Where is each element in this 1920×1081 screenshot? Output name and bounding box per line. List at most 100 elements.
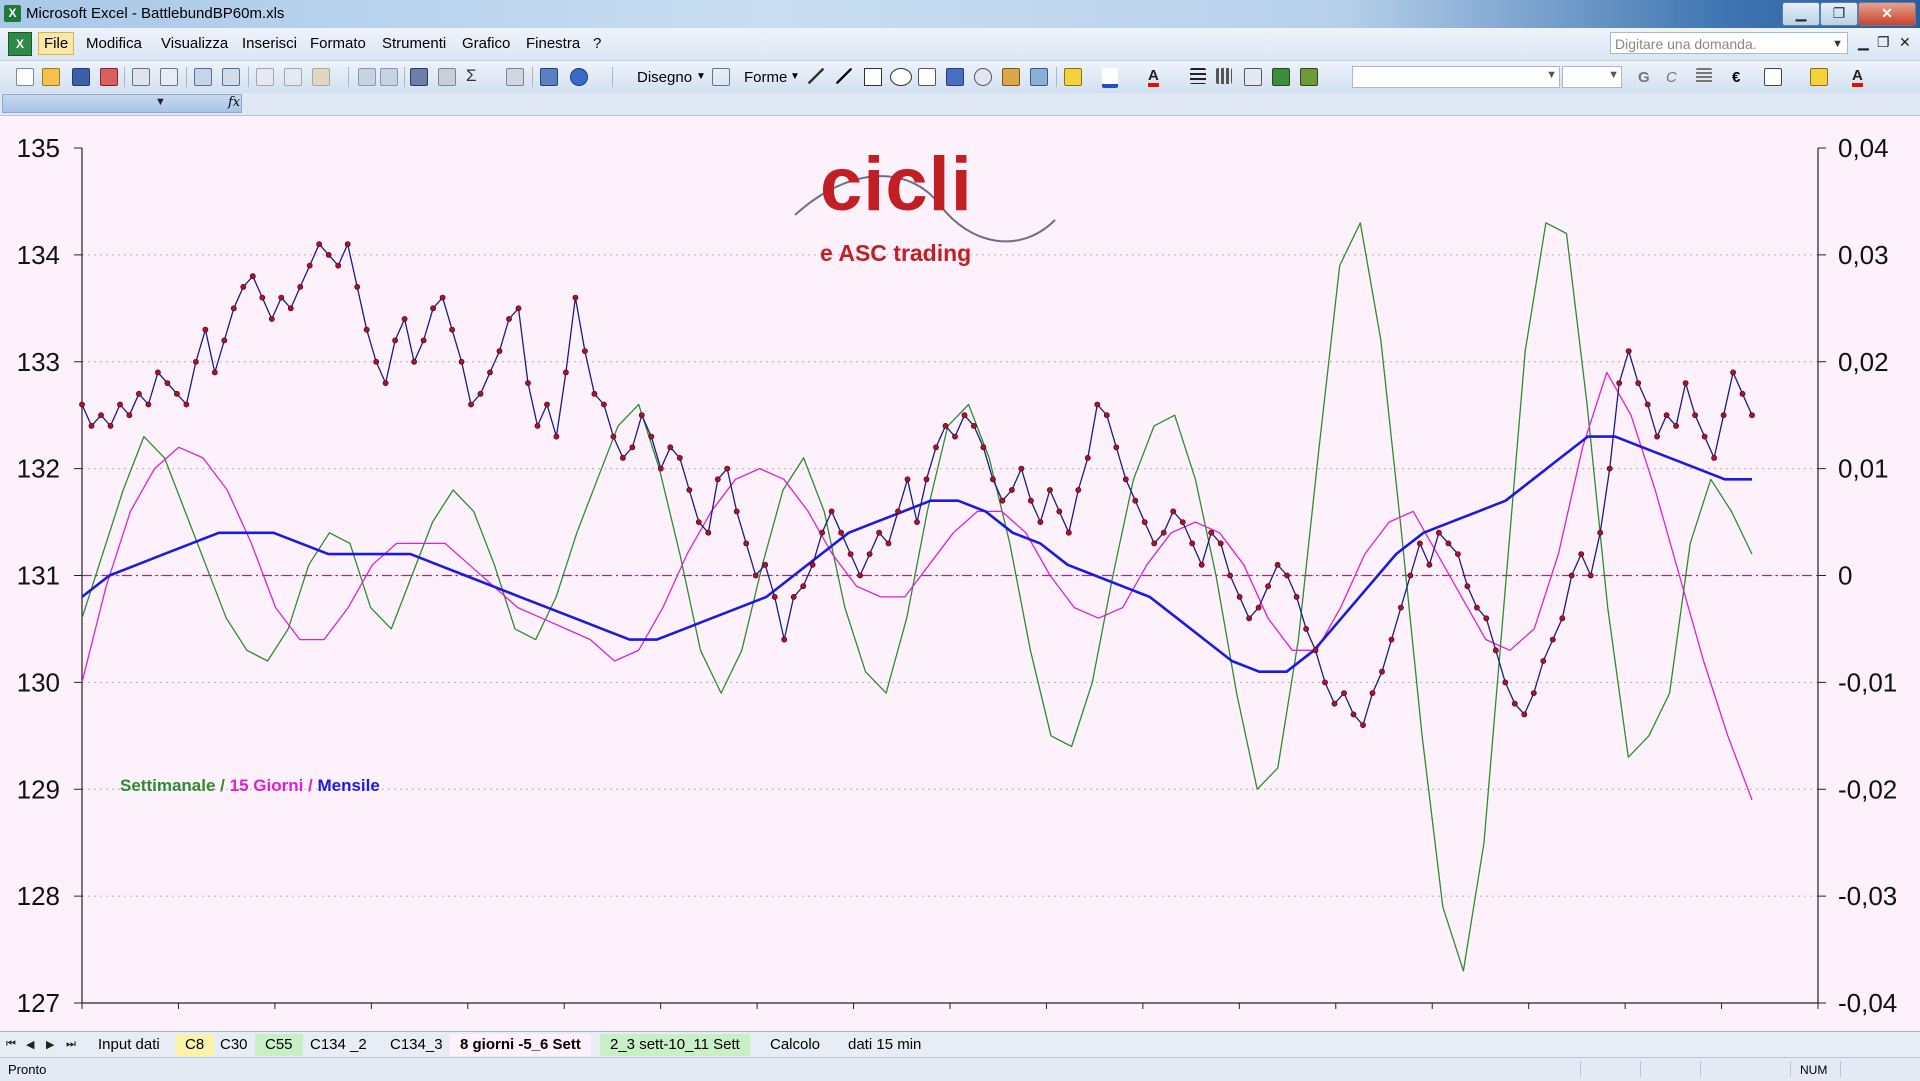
sheet-tab[interactable]: C134_3: [380, 1034, 453, 1056]
close-icon[interactable]: ✕: [1858, 2, 1916, 26]
chevron-down-icon[interactable]: ▼: [1832, 33, 1843, 55]
sheet-tab[interactable]: C55: [255, 1034, 303, 1056]
bold-icon[interactable]: G: [1638, 69, 1650, 86]
paste-icon[interactable]: [312, 68, 330, 86]
name-box[interactable]: ▼ fx: [2, 94, 242, 113]
font-name-select[interactable]: ▼: [1352, 66, 1560, 88]
logo-main: cicli: [820, 142, 973, 227]
sheet-tab[interactable]: Calcolo: [760, 1034, 830, 1056]
chart-area[interactable]: 135 134 133 132 131 130 129 128 127 0,04 0,03 0,02 0…: [0, 116, 1920, 1030]
redo-icon[interactable]: [380, 68, 398, 86]
menu-strumenti[interactable]: Strumenti: [382, 35, 446, 52]
shapes-menu[interactable]: Forme: [744, 69, 787, 86]
price-marker: [373, 358, 380, 365]
sort-icon[interactable]: [506, 68, 524, 86]
oval-icon[interactable]: [890, 68, 912, 86]
print-icon[interactable]: [132, 68, 150, 86]
cicli-logo: cicli e ASC trading: [790, 145, 1060, 275]
borders-icon[interactable]: [1764, 68, 1782, 86]
fx-icon[interactable]: fx: [228, 95, 240, 110]
cell-fill-icon[interactable]: [1810, 68, 1828, 86]
chevron-down-icon[interactable]: ▼: [1546, 69, 1557, 81]
price-marker: [629, 444, 636, 451]
sheet-tab[interactable]: Input dati: [88, 1034, 170, 1056]
line-style-icon[interactable]: [1190, 68, 1206, 84]
save-icon[interactable]: [72, 68, 90, 86]
price-marker: [1065, 529, 1072, 536]
ask-question-input[interactable]: Digitare una domanda. ▼: [1610, 32, 1848, 54]
cell-font-color-icon[interactable]: A: [1852, 68, 1863, 87]
cut-icon[interactable]: [256, 68, 274, 86]
rectangle-icon[interactable]: [864, 68, 882, 86]
dash-style-icon[interactable]: [1216, 68, 1232, 84]
fill-color-icon[interactable]: [1064, 68, 1082, 86]
menu-inserisci[interactable]: Inserisci: [242, 35, 297, 52]
3d-icon[interactable]: [1300, 68, 1318, 86]
sheet-tab[interactable]: C30: [210, 1034, 258, 1056]
menu-modifica[interactable]: Modifica: [86, 35, 142, 52]
menu-formato[interactable]: Formato: [310, 35, 366, 52]
select-objects-icon[interactable]: [712, 68, 730, 86]
toolbar: Σ Disegno ▼ Forme ▼ A ▼ ▼ G C € A: [0, 61, 1920, 94]
workbook-minimize-icon[interactable]: ▁: [1858, 34, 1869, 51]
price-marker: [1160, 529, 1167, 536]
arrow-style-icon[interactable]: [1244, 68, 1262, 86]
minimize-icon[interactable]: ▁: [1782, 2, 1820, 26]
align-center-icon[interactable]: [1696, 68, 1712, 84]
spelling-icon[interactable]: [194, 68, 212, 86]
menu-help[interactable]: ?: [593, 35, 601, 52]
clipart-icon[interactable]: [1002, 68, 1020, 86]
textbox-icon[interactable]: [918, 68, 936, 86]
euro-icon[interactable]: €: [1732, 69, 1740, 86]
wordart-icon[interactable]: [946, 68, 964, 86]
picture-icon[interactable]: [1030, 68, 1048, 86]
line-color-icon[interactable]: [1102, 68, 1118, 88]
menu-grafico[interactable]: Grafico: [462, 35, 510, 52]
draw-menu[interactable]: Disegno: [637, 69, 692, 86]
hyperlink-icon[interactable]: [410, 68, 428, 86]
workbook-icon[interactable]: X: [8, 32, 32, 56]
draw-menu-chevron-icon[interactable]: ▼: [696, 71, 706, 82]
sheet-tab[interactable]: C8: [175, 1034, 215, 1056]
next-sheet-icon[interactable]: ▶: [46, 1038, 54, 1051]
restore-icon[interactable]: ❐: [1820, 2, 1858, 26]
price-marker: [117, 401, 123, 408]
menu-file[interactable]: File: [38, 32, 75, 55]
last-sheet-icon[interactable]: ⏭: [66, 1038, 76, 1051]
sheet-tab[interactable]: 8 giorni -5_6 Sett: [450, 1034, 591, 1056]
research-icon[interactable]: [222, 68, 240, 86]
price-marker: [354, 283, 361, 290]
permission-icon[interactable]: [100, 68, 118, 86]
menu-visualizza[interactable]: Visualizza: [161, 35, 228, 52]
print-preview-icon[interactable]: [160, 68, 178, 86]
excel-app-icon[interactable]: X: [4, 5, 21, 22]
line-icon[interactable]: [808, 68, 824, 84]
help-icon[interactable]: [570, 68, 588, 86]
italic-icon[interactable]: C: [1666, 69, 1677, 86]
shapes-menu-chevron-icon[interactable]: ▼: [790, 71, 800, 82]
workbook-close-icon[interactable]: ✕: [1899, 34, 1911, 51]
autosum-icon[interactable]: Σ: [466, 66, 477, 86]
arrow-icon[interactable]: [836, 68, 852, 84]
open-icon[interactable]: [42, 68, 60, 86]
new-icon[interactable]: [16, 68, 34, 86]
sheet-tab[interactable]: C134 _2: [300, 1034, 377, 1056]
chevron-down-icon[interactable]: ▼: [155, 96, 166, 108]
share-icon[interactable]: [438, 68, 456, 86]
diagram-icon[interactable]: [974, 68, 992, 86]
menu-finestra[interactable]: Finestra: [526, 35, 580, 52]
price-marker: [790, 593, 797, 600]
sheet-tab[interactable]: 2_3 sett-10_11 Sett: [600, 1034, 750, 1056]
chart-wizard-icon[interactable]: [540, 68, 558, 86]
chevron-down-icon[interactable]: ▼: [1608, 69, 1619, 81]
font-color-icon[interactable]: A: [1148, 68, 1159, 87]
workbook-restore-icon[interactable]: ❐: [1877, 34, 1890, 51]
sheet-tab[interactable]: dati 15 min: [838, 1034, 931, 1056]
undo-icon[interactable]: [358, 68, 376, 86]
first-sheet-icon[interactable]: ⏮: [6, 1038, 16, 1051]
copy-icon[interactable]: [284, 68, 302, 86]
font-size-select[interactable]: ▼: [1562, 66, 1622, 88]
price-marker: [620, 454, 626, 461]
prev-sheet-icon[interactable]: ◀: [26, 1038, 34, 1051]
shadow-icon[interactable]: [1272, 68, 1290, 86]
